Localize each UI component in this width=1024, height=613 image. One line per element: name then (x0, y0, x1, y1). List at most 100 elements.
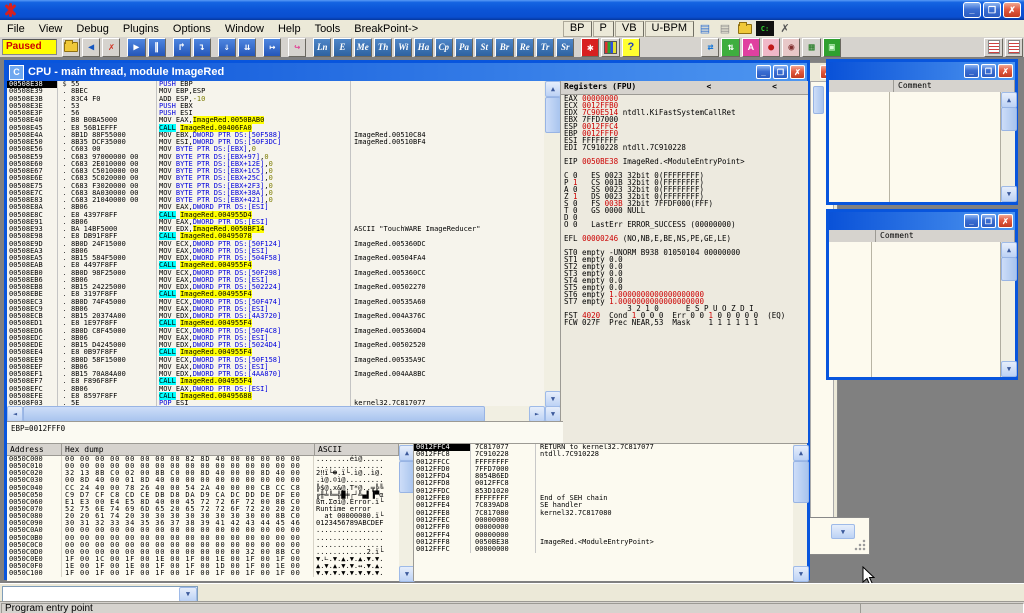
help-icon[interactable]: ? (622, 38, 640, 57)
hex-dump-pane[interactable]: Address Hex dump ASCII 0050C00000 00 00 … (7, 443, 399, 581)
sw1-minimize-button[interactable]: _ (964, 64, 979, 78)
menu-view[interactable]: View (32, 22, 70, 36)
breakpoints-pane-button[interactable]: Br (495, 38, 513, 57)
register-line[interactable]: O 0 LastErr ERROR_SUCCESS (00000000) (561, 221, 808, 228)
list-icon-1[interactable] (984, 38, 1002, 57)
sw2-body[interactable] (829, 242, 1001, 377)
references-pane-button[interactable]: Re (516, 38, 534, 57)
go-to-address-icon[interactable]: ↪ (288, 38, 306, 57)
stack-row[interactable]: 0012FFEC00000000 (414, 517, 794, 524)
disasm-hscroll-thumb[interactable] (23, 406, 485, 422)
stack-row[interactable]: 0012FFD07FFD7000 (414, 466, 794, 473)
maximize-button[interactable]: ❐ (983, 2, 1001, 18)
threads-pane-button[interactable]: Th (374, 38, 392, 57)
windows-pane-button[interactable]: Wi (394, 38, 412, 57)
stack-scroll-down-icon[interactable]: ▼ (793, 566, 809, 582)
dump-vscrollbar[interactable]: ▲ ▼ (399, 443, 413, 581)
console-icon[interactable]: C: (756, 21, 774, 36)
execute-till-return-icon[interactable]: ↦ (263, 38, 281, 57)
source-pane-button[interactable]: Sr (556, 38, 574, 57)
stack-vscrollbar[interactable]: ▲ ▼ (793, 443, 807, 581)
cpu-maximize-button[interactable]: ❐ (773, 65, 788, 79)
sw2-scroll-down-icon[interactable]: ▼ (1001, 361, 1017, 377)
sw2-maximize-button[interactable]: ❐ (981, 214, 996, 228)
handles-pane-button[interactable]: Ha (414, 38, 432, 57)
list-icon-2[interactable] (1005, 38, 1023, 57)
register-line[interactable]: EFL 00000246 (NO,NB,E,BE,NS,PE,GE,LE) (561, 235, 808, 242)
menu-button-p[interactable]: P (593, 21, 614, 37)
stack-row[interactable]: 0012FFF000000000 (414, 524, 794, 531)
updown-plugin-icon[interactable]: ⇅ (721, 38, 739, 57)
stack-scroll-thumb[interactable] (793, 461, 809, 503)
minimize-button[interactable]: _ (963, 2, 981, 18)
sw1-scroll-down-icon[interactable]: ▼ (1001, 186, 1017, 202)
disasm-scroll-thumb[interactable] (545, 97, 561, 133)
memory-pane-button[interactable]: Me (354, 38, 372, 57)
breakpoint-plugin-icon[interactable]: ● (762, 38, 780, 57)
stack-row[interactable]: 0012FFC47C817077RETURN to kernel32.7C817… (414, 444, 794, 451)
notes-icon[interactable]: ▤ (696, 21, 714, 36)
log-pane-button[interactable]: Ln (313, 38, 331, 57)
menu-debug[interactable]: Debug (69, 22, 115, 36)
disasm-hscrollbar[interactable]: ◄ ► (7, 406, 544, 421)
close-button[interactable]: ✗ (1003, 2, 1021, 18)
sw2-scroll-up-icon[interactable]: ▲ (1001, 242, 1017, 258)
register-line[interactable]: FCW 027F Prec NEAR,53 Mask 1 1 1 1 1 1 (561, 319, 808, 326)
stack-row[interactable]: 0012FFE0FFFFFFFFEnd of SEH chain (414, 495, 794, 502)
stack-scroll-up-icon[interactable]: ▲ (793, 445, 809, 461)
swap-plugin-icon[interactable]: ⇄ (701, 38, 719, 57)
menu-options[interactable]: Options (166, 22, 218, 36)
cpu-titlebar[interactable]: C CPU - main thread, module ImageRed _ ❐… (7, 63, 807, 81)
scroll-left-icon[interactable]: ◄ (7, 406, 23, 422)
menu-close-icon[interactable]: ✗ (776, 21, 794, 36)
stack-row[interactable]: 0012FFFC00000000 (414, 546, 794, 553)
cpu-pane-button[interactable]: Cp (435, 38, 453, 57)
dump-row[interactable]: 0050C1001F 00 1F 00 1F 00 1F 00 1F 00 1F… (7, 570, 399, 577)
menu-breakpoint[interactable]: BreakPoint-> (347, 22, 425, 36)
close-program-icon[interactable]: ✗ (102, 38, 120, 57)
sliver-scrollbar[interactable] (813, 86, 824, 114)
sw1-vscrollbar[interactable]: ▲ ▼ (1001, 92, 1015, 202)
sw2-close-button[interactable]: ✗ (998, 214, 1013, 228)
registers-pane[interactable]: Registers (FPU) < < EAX 00000000ECX 0012… (560, 81, 808, 443)
scroll-right-icon[interactable]: ► (529, 406, 545, 422)
stack-row[interactable]: 0012FFD48054B6ED (414, 473, 794, 480)
menu-file[interactable]: File (0, 22, 32, 36)
sw1-close-button[interactable]: ✗ (998, 64, 1013, 78)
animate-over-icon[interactable]: ⇊ (238, 38, 256, 57)
trace-pane-button[interactable]: Tr (536, 38, 554, 57)
restart-icon[interactable]: ◀ (82, 38, 100, 57)
step-into-icon[interactable]: ↱ (173, 38, 191, 57)
appearance-icon[interactable] (601, 38, 619, 57)
disasm-vscrollbar[interactable]: ▲ ▼ ▼ (544, 81, 560, 421)
run-icon[interactable]: ▶ (127, 38, 145, 57)
scroll-down2-icon[interactable]: ▼ (545, 406, 561, 422)
combo-dropdown-icon[interactable]: ▼ (179, 587, 197, 602)
register-line[interactable]: EDI 7C910228 ntdll.7C910228 (561, 144, 808, 151)
command-input[interactable] (3, 587, 179, 602)
grid-plugin-icon[interactable]: ▦ (802, 38, 820, 57)
sw1-scroll-up-icon[interactable]: ▲ (1001, 92, 1017, 108)
disassembly-pane[interactable]: 00508E38$55PUSH EBP00508E39.8BECMOV EBP,… (7, 81, 544, 406)
stack-row[interactable]: 0012FFD80012FFC8 (414, 480, 794, 487)
register-line[interactable]: EIP 0050BE38 ImageRed.<ModuleEntryPoint> (561, 158, 808, 165)
resize-grip[interactable] (854, 539, 866, 551)
sw1-maximize-button[interactable]: ❐ (981, 64, 996, 78)
executables-pane-button[interactable]: E (333, 38, 351, 57)
menu-window[interactable]: Window (218, 22, 271, 36)
pause-icon[interactable]: ∥ (148, 38, 166, 57)
cpu-minimize-button[interactable]: _ (756, 65, 771, 79)
open-file-icon[interactable] (62, 38, 80, 57)
scroll-down-icon[interactable]: ▼ (545, 391, 561, 407)
window-plugin-icon[interactable]: ▣ (823, 38, 841, 57)
stack-row[interactable]: 0012FFC87C910228ntdll.7C910228 (414, 451, 794, 458)
fragment-scroll-down-icon[interactable]: ▼ (831, 524, 855, 539)
menu-help[interactable]: Help (271, 22, 308, 36)
assembler-plugin-icon[interactable]: A (742, 38, 760, 57)
sw1-body[interactable] (829, 92, 1001, 202)
log-icon[interactable]: ▤ (716, 21, 734, 36)
spiral-plugin-icon[interactable]: ◉ (782, 38, 800, 57)
disasm-row[interactable]: 00508E3B.83C4 F0ADD ESP,-10 (7, 96, 544, 103)
patches-pane-button[interactable]: Pa (455, 38, 473, 57)
menu-tools[interactable]: Tools (308, 22, 348, 36)
